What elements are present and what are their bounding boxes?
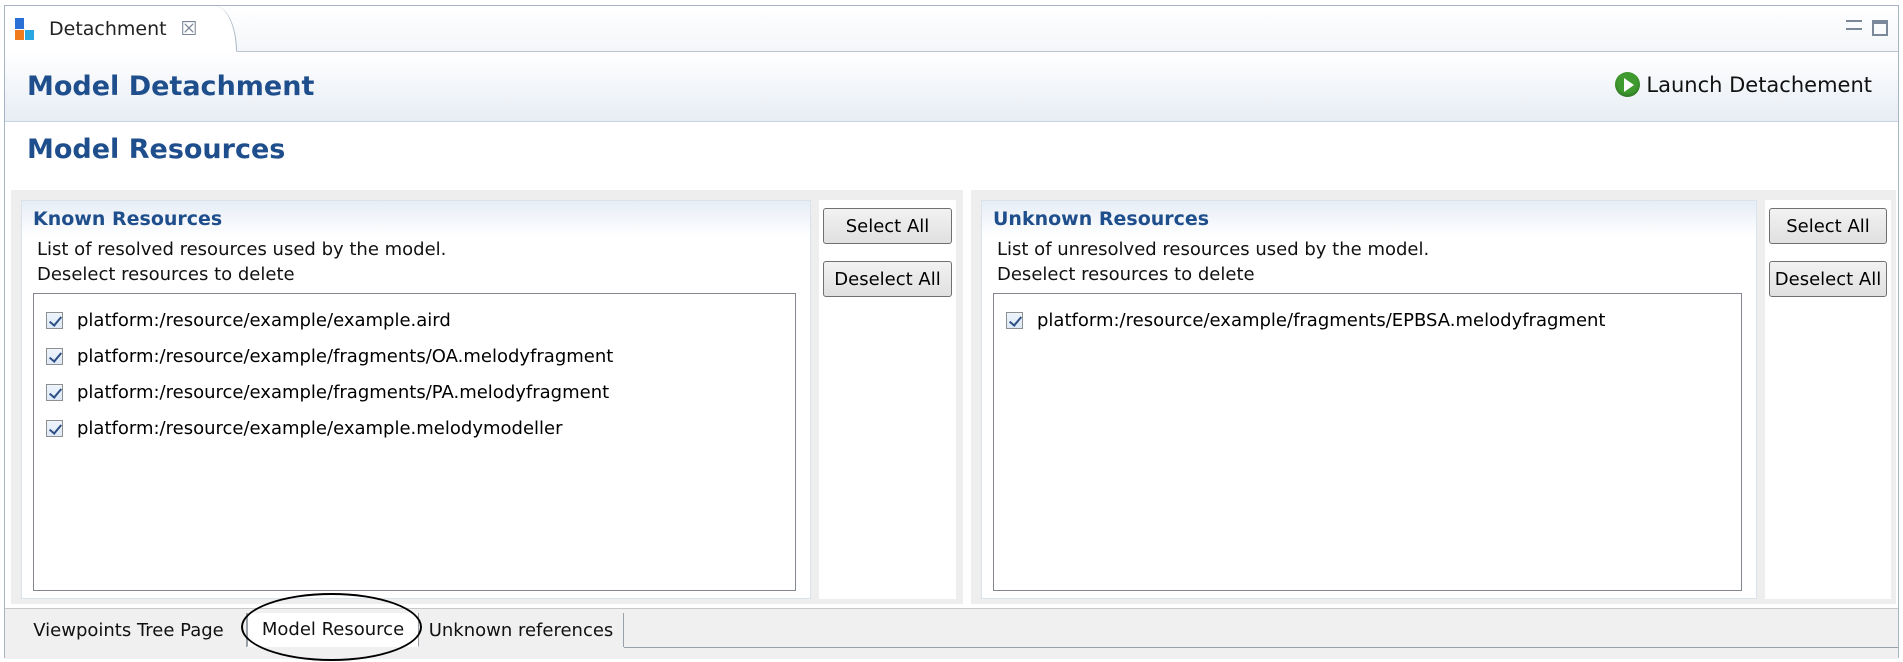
launch-detachment-label: Launch Detachement: [1646, 72, 1872, 97]
tab-viewpoints-tree-page[interactable]: Viewpoints Tree Page: [11, 613, 247, 647]
maximize-icon[interactable]: [1872, 20, 1888, 36]
view-tab-detachment[interactable]: Detachment ☒: [5, 6, 237, 52]
view-tab-strip: Detachment ☒: [5, 6, 1898, 52]
unknown-resources-panel: Unknown Resources List of unresolved res…: [971, 190, 1896, 604]
list-item[interactable]: platform:/resource/example/fragments/EPB…: [994, 302, 1741, 338]
list-item-label: platform:/resource/example/fragments/EPB…: [1037, 309, 1606, 331]
unknown-resources-list[interactable]: platform:/resource/example/fragments/EPB…: [993, 293, 1742, 591]
page-tab-bar: Viewpoints Tree Page Model Resource Unkn…: [5, 608, 1898, 659]
tab-unknown-references[interactable]: Unknown references: [419, 613, 624, 647]
app-icon: [15, 17, 37, 40]
known-deselect-all-button[interactable]: Deselect All: [823, 261, 952, 297]
page-title: Model Resources: [27, 134, 286, 165]
unknown-resources-title-bar: Unknown Resources: [982, 201, 1756, 237]
checkbox-icon[interactable]: [46, 347, 63, 365]
unknown-resources-description: List of unresolved resources used by the…: [982, 237, 1756, 287]
list-item[interactable]: platform:/resource/example/fragments/PA.…: [34, 374, 795, 410]
form-header: Model Detachment Launch Detachement: [5, 52, 1898, 122]
checkbox-icon[interactable]: [1006, 311, 1023, 329]
launch-detachment-button[interactable]: Launch Detachement: [1615, 72, 1872, 97]
view-tab-title: Detachment: [49, 17, 167, 40]
detachment-view: Detachment ☒ Model Detachment Launch Det…: [4, 5, 1899, 661]
tab-divider-line: [624, 647, 1898, 648]
form-title: Model Detachment: [27, 71, 315, 102]
minimize-icon[interactable]: [1846, 20, 1862, 30]
checkbox-icon[interactable]: [46, 383, 63, 401]
unknown-select-all-button[interactable]: Select All: [1769, 208, 1887, 244]
unknown-resources-section: Unknown Resources List of unresolved res…: [981, 200, 1757, 599]
known-select-all-button[interactable]: Select All: [823, 208, 952, 244]
known-resources-description: List of resolved resources used by the m…: [22, 237, 810, 287]
known-desc-line-2: Deselect resources to delete: [37, 264, 295, 285]
unknown-resources-title: Unknown Resources: [993, 208, 1210, 230]
known-resources-title: Known Resources: [33, 208, 223, 230]
known-resources-panel: Known Resources List of resolved resourc…: [11, 190, 963, 604]
list-item-label: platform:/resource/example/example.melod…: [77, 417, 563, 439]
unknown-desc-line-2: Deselect resources to delete: [997, 264, 1255, 285]
list-item-label: platform:/resource/example/fragments/OA.…: [77, 345, 614, 367]
known-resources-title-bar: Known Resources: [22, 201, 810, 237]
unknown-deselect-all-button[interactable]: Deselect All: [1769, 261, 1887, 297]
known-desc-line-1: List of resolved resources used by the m…: [37, 239, 447, 260]
known-buttons-column: Select All Deselect All: [819, 200, 956, 599]
window-controls: [1846, 20, 1888, 36]
close-icon[interactable]: ☒: [181, 18, 198, 40]
unknown-buttons-column: Select All Deselect All: [1765, 200, 1891, 599]
checkbox-icon[interactable]: [46, 419, 63, 437]
list-item[interactable]: platform:/resource/example/example.aird: [34, 302, 795, 338]
unknown-desc-line-1: List of unresolved resources used by the…: [997, 239, 1430, 260]
list-item-label: platform:/resource/example/example.aird: [77, 309, 451, 331]
known-resources-section: Known Resources List of resolved resourc…: [21, 200, 811, 599]
known-resources-list[interactable]: platform:/resource/example/example.aird …: [33, 293, 796, 591]
list-item[interactable]: platform:/resource/example/fragments/OA.…: [34, 338, 795, 374]
list-item-label: platform:/resource/example/fragments/PA.…: [77, 381, 610, 403]
list-item[interactable]: platform:/resource/example/example.melod…: [34, 410, 795, 446]
play-icon: [1615, 72, 1641, 97]
tab-model-resource[interactable]: Model Resource: [247, 613, 419, 647]
checkbox-icon[interactable]: [46, 311, 63, 329]
